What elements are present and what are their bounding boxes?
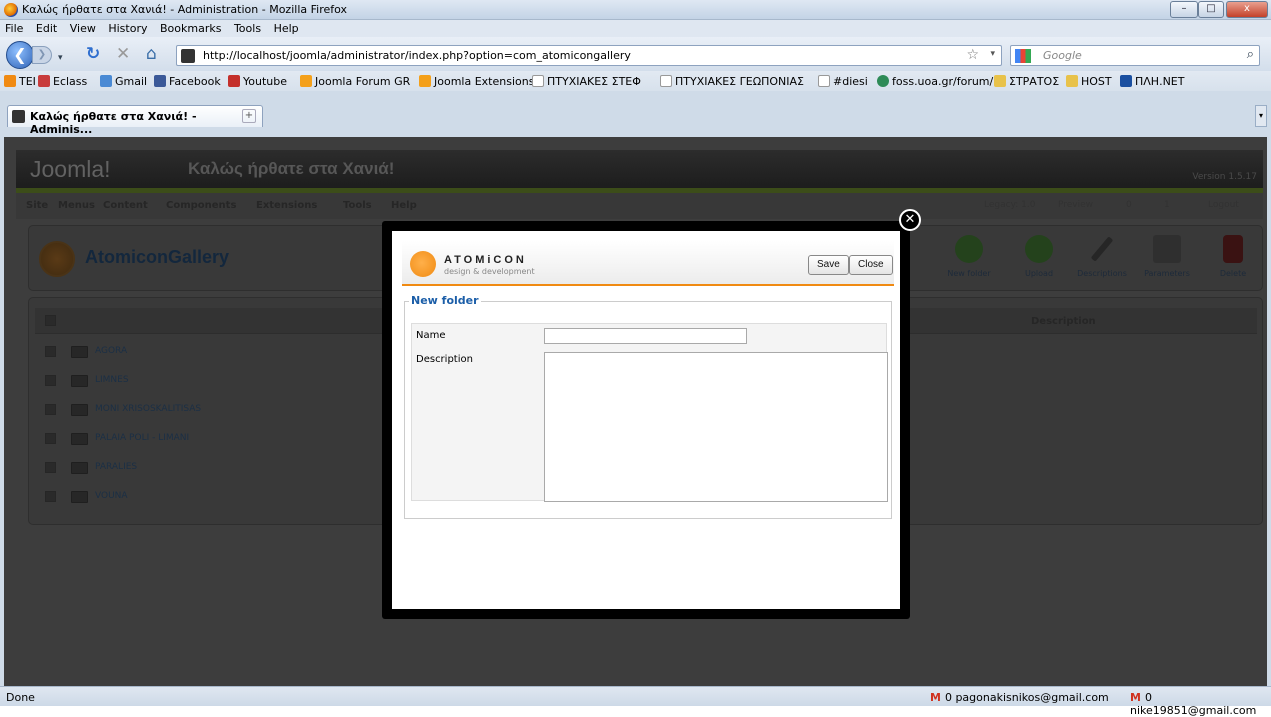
bookmark-icon: [154, 75, 166, 87]
gmail-notifier-1[interactable]: M0 pagonakisnikos@gmail.com: [930, 691, 1109, 704]
bookmark-foss[interactable]: foss.uoa.gr/forum/: [877, 75, 993, 88]
bookmark-ptyxiakes-geoponias[interactable]: ΠΤΥΧΙΑΚΕΣ ΓΕΩΠΟΝΙΑΣ: [660, 75, 804, 88]
name-input[interactable]: [544, 328, 747, 344]
bookmark-stratos[interactable]: ΣΤΡΑΤΟΣ: [994, 75, 1059, 88]
page-content: Joomla! Καλώς ήρθατε στα Χανιά! Version …: [4, 137, 1267, 686]
reload-icon[interactable]: ↻: [86, 46, 100, 63]
status-bar: Done M0 pagonakisnikos@gmail.com M0 nike…: [0, 686, 1271, 717]
search-box[interactable]: Google ⌕: [1010, 45, 1260, 66]
atomicon-logo-icon: [410, 251, 436, 277]
save-button[interactable]: Save: [808, 255, 849, 275]
bookmark-icon: [228, 75, 240, 87]
modal-body: ATOMiCON design & development Save Close…: [392, 231, 900, 609]
fieldset-legend: New folder: [409, 294, 481, 307]
brand-subtitle: design & development: [444, 267, 535, 276]
navigation-toolbar: ❮ ❯ ▾ ↻ ✕ ⌂ http://localhost/joomla/admi…: [0, 37, 1271, 71]
bookmark-icon: [100, 75, 112, 87]
history-dropdown-icon[interactable]: ▾: [58, 50, 63, 67]
page-icon: [660, 75, 672, 87]
menu-history[interactable]: History: [108, 20, 147, 37]
firefox-icon: [4, 3, 18, 17]
status-text: Done: [6, 691, 35, 704]
page-icon: [818, 75, 830, 87]
new-folder-fieldset: New folder Name Description: [404, 294, 892, 519]
menu-edit[interactable]: Edit: [36, 20, 57, 37]
forward-icon[interactable]: ❯: [32, 46, 52, 64]
menu-help[interactable]: Help: [274, 20, 299, 37]
bookmark-gmail[interactable]: Gmail: [100, 75, 147, 88]
address-bar[interactable]: http://localhost/joomla/administrator/in…: [176, 45, 1002, 66]
search-placeholder: Google: [1043, 49, 1082, 62]
bookmark-facebook[interactable]: Facebook: [154, 75, 221, 88]
form-table: Name Description: [411, 323, 888, 502]
close-modal-icon[interactable]: ✕: [899, 209, 921, 231]
bookmark-icon: [419, 75, 431, 87]
bookmark-youtube[interactable]: Youtube: [228, 75, 287, 88]
tab-active[interactable]: Καλώς ήρθατε στα Χανιά! - Adminis... +: [7, 105, 263, 136]
title-bar: Καλώς ήρθατε στα Χανιά! - Administration…: [0, 0, 1271, 20]
bookmark-icon: [38, 75, 50, 87]
brand-name: ATOMiCON: [444, 254, 527, 266]
back-icon[interactable]: ❮: [6, 41, 34, 69]
bookmark-icon: [1120, 75, 1132, 87]
gmail-notifier-2[interactable]: M0 nike19851@gmail.com: [1130, 691, 1271, 717]
bookmark-joomla-extensions[interactable]: Joomla Extensions: [419, 75, 534, 88]
bookmark-icon: [877, 75, 889, 87]
folder-icon: [1066, 75, 1078, 87]
tab-bar: Καλώς ήρθατε στα Χανιά! - Adminis... + ▾: [0, 91, 1271, 137]
google-icon[interactable]: [1015, 49, 1031, 63]
bookmark-plh-net[interactable]: ΠΛΗ.ΝΕΤ: [1120, 75, 1184, 88]
bookmark-star-icon[interactable]: ☆: [966, 47, 979, 63]
gmail-icon: M: [1130, 691, 1141, 704]
new-folder-modal: ATOMiCON design & development Save Close…: [382, 221, 910, 619]
bookmark-tei[interactable]: TEI: [4, 75, 36, 88]
url-dropdown-icon[interactable]: ▾: [990, 49, 995, 59]
bookmarks-toolbar: TEI Eclass Gmail Facebook Youtube Joomla…: [0, 71, 1271, 91]
bookmark-eclass[interactable]: Eclass: [38, 75, 87, 88]
browser-window: Καλώς ήρθατε στα Χανιά! - Administration…: [0, 0, 1271, 717]
page-icon: [532, 75, 544, 87]
name-label: Name: [416, 330, 446, 341]
tab-favicon-icon: [12, 110, 25, 123]
close-window-button[interactable]: x: [1226, 1, 1268, 18]
menu-tools[interactable]: Tools: [234, 20, 261, 37]
tab-title: Καλώς ήρθατε στα Χανιά! - Adminis...: [30, 110, 197, 136]
bookmark-ptyxiakes-stef[interactable]: ΠΤΥΧΙΑΚΕΣ ΣΤΕΦ: [532, 75, 641, 88]
menu-bookmarks[interactable]: Bookmarks: [160, 20, 221, 37]
new-tab-button[interactable]: +: [242, 109, 256, 123]
description-textarea[interactable]: [544, 352, 888, 502]
close-button[interactable]: Close: [849, 255, 893, 275]
bookmark-joomla-forum[interactable]: Joomla Forum GR: [300, 75, 410, 88]
description-label: Description: [416, 354, 473, 365]
menu-file[interactable]: File: [5, 20, 23, 37]
minimize-button[interactable]: –: [1170, 1, 1198, 18]
folder-icon: [994, 75, 1006, 87]
tab-list-dropdown-icon[interactable]: ▾: [1255, 105, 1267, 127]
home-icon[interactable]: ⌂: [146, 46, 157, 63]
modal-header: ATOMiCON design & development Save Close: [402, 241, 894, 286]
bookmark-icon: [300, 75, 312, 87]
search-icon[interactable]: ⌕: [1247, 47, 1254, 62]
bookmark-host[interactable]: HOST: [1066, 75, 1112, 88]
menu-bar: File Edit View History Bookmarks Tools H…: [0, 20, 1271, 37]
menu-view[interactable]: View: [70, 20, 96, 37]
maximize-button[interactable]: □: [1198, 1, 1224, 18]
bookmark-diesi[interactable]: #diesi: [818, 75, 868, 88]
modal-overlay: ATOMiCON design & development Save Close…: [4, 137, 1267, 686]
site-favicon-icon: [181, 49, 195, 63]
window-title: Καλώς ήρθατε στα Χανιά! - Administration…: [22, 3, 348, 16]
gmail-icon: M: [930, 691, 941, 704]
url-text: http://localhost/joomla/administrator/in…: [203, 49, 631, 62]
bookmark-icon: [4, 75, 16, 87]
stop-icon[interactable]: ✕: [116, 46, 130, 63]
